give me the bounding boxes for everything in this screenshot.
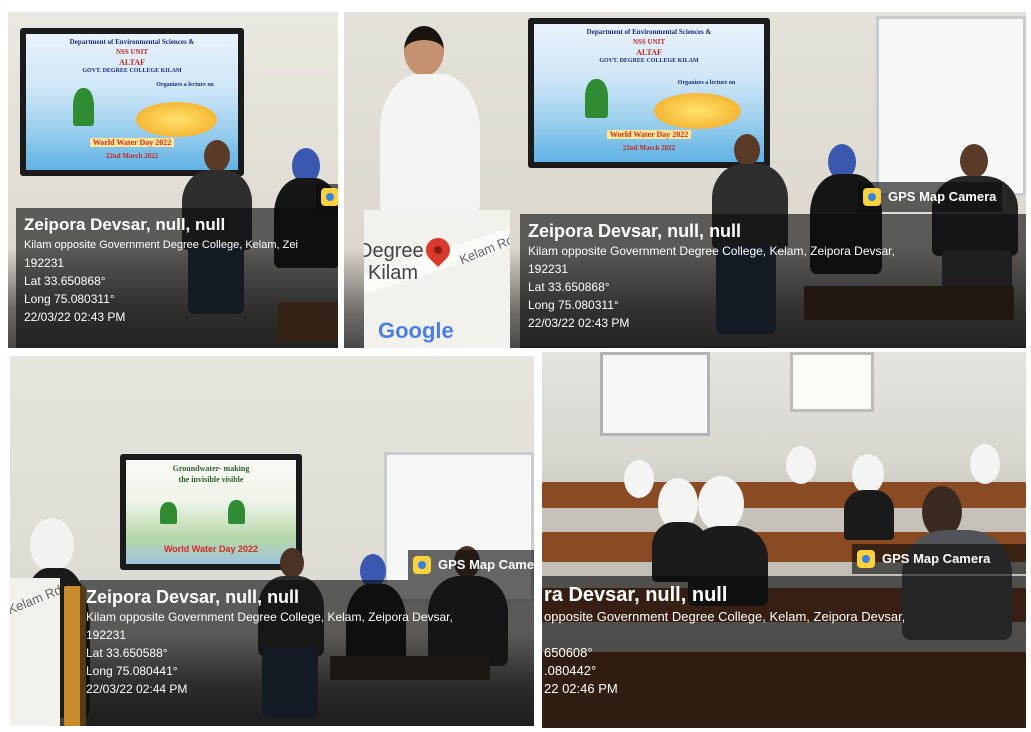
whiteboard: [600, 352, 710, 436]
gps-camera-badge: GPS Map Came: [408, 550, 534, 580]
map-road-label: Kelam Rd: [10, 581, 60, 618]
latitude: Lat 33.650868°: [24, 274, 106, 288]
geotag-overlay: Zeipora Devsar, null, null Kilam opposit…: [520, 214, 1026, 348]
tv-dept-text: Department of Environmental Sciences &: [586, 28, 712, 36]
gps-camera-label: GPS Map Camera: [882, 551, 991, 566]
latitude: Lat 33.650868°: [528, 280, 610, 294]
tv-dept-text: Department of Environmental Sciences &: [69, 38, 195, 46]
tv-unit-text: NSS UNIT: [632, 38, 666, 46]
tv-screen: Groundwater- making the invisible visibl…: [120, 454, 302, 570]
tv-lecture-text: Organizes a lecture on: [156, 82, 214, 88]
address-line: Kilam opposite Government Degree College…: [24, 239, 298, 251]
gps-camera-label: GPS Map Came: [438, 557, 534, 572]
tv-college-text: GOVT. DEGREE COLLEGE KILAM: [599, 58, 699, 64]
tv-event-text: World Water Day 2022: [534, 130, 764, 139]
address-line: Kilam opposite Government Degree College…: [528, 244, 895, 258]
photo-bottom-left: Groundwater- making the invisible visibl…: [10, 356, 534, 726]
mini-map: Kelam Rd: [10, 578, 60, 726]
geotag-overlay: ra Devsar, null, null opposite Governmen…: [542, 576, 1026, 728]
geotag-overlay: Zeipora Devsar, null, null Kilam opposit…: [16, 208, 338, 348]
location-title: Zeipora Devsar, null, null: [528, 221, 742, 241]
tree-graphic: [72, 88, 94, 127]
plant-graphic: [228, 499, 245, 525]
map-label-degree: Degree: [364, 240, 424, 262]
location-title: Zeipora Devsar, null, null: [86, 587, 300, 607]
globe-graphic: [653, 93, 741, 129]
tv-unit-text: NSS UNIT: [115, 48, 149, 56]
longitude: Long 75.080311°: [24, 292, 115, 306]
tv-speaker-text: ALTAF: [119, 58, 145, 67]
photo-top-right: Department of Environmental Sciences & N…: [344, 12, 1026, 348]
globe-graphic: [136, 102, 217, 138]
timestamp: 22 02:46 PM: [544, 681, 618, 696]
postal-code: 192231: [24, 256, 65, 270]
map-label-kilam: Kilam: [368, 262, 419, 284]
timestamp: 22/03/22 02:44 PM: [86, 682, 188, 696]
tree-graphic: [584, 79, 608, 118]
photo-bottom-right: GPS Map Camera ra Devsar, null, null opp…: [542, 352, 1026, 728]
gps-camera-badge: GPS Map Camera: [858, 182, 1003, 212]
tv-date-text: 22nd March 2022: [622, 144, 676, 152]
whiteboard: [876, 16, 1026, 196]
longitude: .080442°: [544, 663, 597, 678]
location-title: Zeipora Devsar, null, null: [24, 215, 226, 234]
tv-college-text: GOVT. DEGREE COLLEGE KILAM: [82, 68, 182, 74]
tv-slide-title-1: Groundwater- making: [172, 464, 250, 473]
latitude: Lat 33.650588°: [86, 646, 168, 660]
tv-slide-title-2: the invisible visible: [178, 475, 244, 484]
postal-code: 192231: [86, 628, 127, 642]
plant-graphic: [160, 501, 177, 525]
postal-code: 192231: [528, 262, 569, 276]
geotag-overlay: Zeipora Devsar, null, null Kilam opposit…: [80, 580, 534, 726]
tv-lecture-text: Organizes a lecture on: [677, 80, 736, 86]
gps-camera-icon: [863, 188, 881, 206]
gps-camera-icon-badge: [316, 184, 338, 210]
gps-camera-icon: [413, 556, 431, 574]
mini-map: Degree Kilam Kelam Rd Google: [364, 210, 510, 348]
photo-top-left: Department of Environmental Sciences & N…: [8, 12, 338, 348]
longitude: Long 75.080311°: [528, 298, 619, 312]
timestamp: 22/03/22 02:43 PM: [528, 316, 630, 330]
timestamp: 22/03/22 02:43 PM: [24, 310, 126, 324]
location-title: ra Devsar, null, null: [544, 584, 728, 606]
address-line: opposite Government Degree College, Kela…: [544, 609, 906, 624]
address-line: Kilam opposite Government Degree College…: [86, 610, 453, 624]
tv-speaker-text: ALTAF: [636, 48, 662, 57]
window: [790, 352, 874, 412]
gps-camera-badge: GPS Map Camera: [852, 544, 1026, 574]
latitude: 650608°: [544, 645, 593, 660]
gps-camera-label: GPS Map Camera: [888, 189, 997, 204]
tv-event-text: World Water Day 2022: [163, 544, 259, 554]
gps-camera-icon: [857, 550, 875, 568]
longitude: Long 75.080441°: [86, 664, 178, 678]
gps-camera-icon: [321, 188, 338, 206]
google-logo: Google: [378, 318, 454, 343]
